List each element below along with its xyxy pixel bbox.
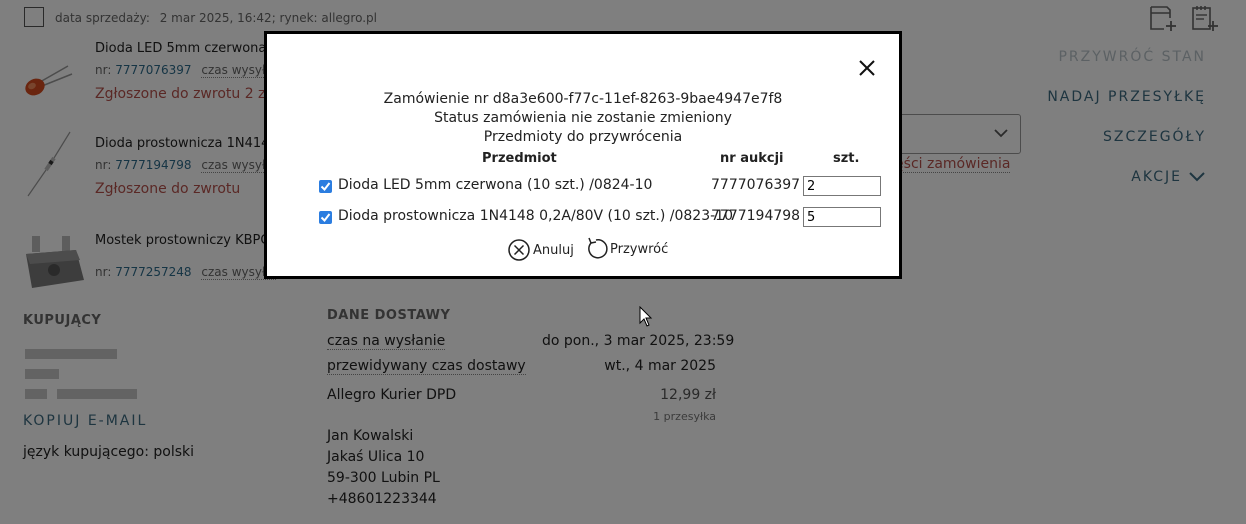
restore-button[interactable]: Przywróć	[584, 237, 668, 261]
col-item-header: Przedmiot	[482, 151, 557, 166]
cancel-button[interactable]: Anuluj	[507, 238, 574, 262]
col-auction-header: nr aukcji	[720, 151, 784, 166]
close-icon[interactable]	[857, 58, 877, 82]
mouse-cursor	[639, 305, 653, 332]
quantity-input[interactable]	[803, 207, 881, 227]
dialog-order-number: Zamówienie nr d8a3e600-f77c-11ef-8263-9b…	[383, 91, 783, 107]
restore-label: Przywróć	[610, 241, 669, 257]
item-name: Dioda prostownicza 1N4148 0,2A/80V (10 s…	[338, 208, 733, 224]
item-checkbox[interactable]	[319, 180, 332, 193]
dialog-status-note: Status zamówienia nie zostanie zmieniony	[434, 110, 732, 126]
cancel-label: Anuluj	[533, 242, 574, 258]
dialog-subtitle: Przedmioty do przywrócenia	[483, 129, 683, 145]
restore-items-dialog: Zamówienie nr d8a3e600-f77c-11ef-8263-9b…	[264, 31, 902, 279]
undo-icon	[588, 237, 608, 259]
item-name: Dioda LED 5mm czerwona (10 szt.) /0824-1…	[338, 177, 653, 193]
item-checkbox[interactable]	[319, 211, 332, 224]
auction-number: 7777194798	[711, 208, 801, 224]
auction-number: 7777076397	[711, 177, 801, 193]
cancel-circle-icon	[508, 239, 530, 261]
col-qty-header: szt.	[833, 151, 860, 166]
quantity-input[interactable]	[803, 176, 881, 196]
